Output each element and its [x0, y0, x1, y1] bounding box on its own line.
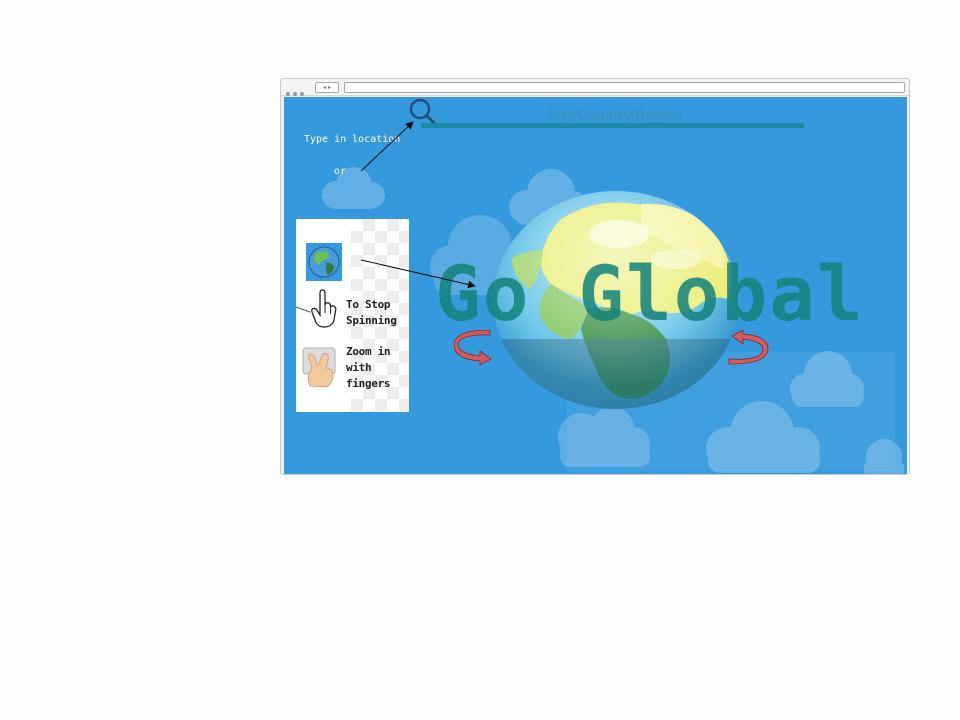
arrow-to-globe	[360, 259, 476, 289]
app-viewport: City/Country/Region Type in location or …	[284, 97, 907, 474]
window-dot[interactable]	[300, 92, 304, 96]
browser-chrome: ◂ ▸	[281, 79, 909, 96]
window-dot[interactable]	[293, 92, 297, 96]
nav-back-forward-buttons[interactable]: ◂ ▸	[315, 82, 339, 93]
window-dot[interactable]	[286, 92, 290, 96]
address-bar[interactable]	[344, 82, 905, 93]
pointer-line	[295, 306, 311, 313]
annotation-arrows	[295, 121, 476, 313]
browser-window: ◂ ▸ City/Country/Region Type in location…	[280, 78, 910, 475]
arrow-to-search	[360, 121, 414, 172]
